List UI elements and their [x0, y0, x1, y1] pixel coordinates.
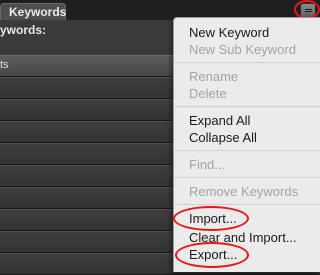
menu-item-export[interactable]: Export... — [189, 247, 237, 262]
menu-item-new-sub-keyword[interactable]: New Sub Keyword — [189, 42, 296, 57]
keywords-field-label: ywords: — [0, 23, 47, 37]
menu-item-find[interactable]: Find... — [189, 157, 225, 172]
menu-item-rename[interactable]: Rename — [189, 69, 238, 84]
menu-item-clear-and-import[interactable]: Clear and Import... — [189, 230, 297, 245]
menu-separator — [175, 150, 320, 151]
menu-item-expand-all[interactable]: Expand All — [189, 113, 250, 128]
keywords-panel-menu: New Keyword New Sub Keyword Rename Delet… — [173, 17, 320, 272]
menu-item-delete[interactable]: Delete — [189, 86, 227, 101]
tab-keywords-label: Keywords — [9, 5, 67, 19]
keyword-list-header-label: ts — [0, 59, 9, 71]
menu-separator — [175, 177, 320, 178]
menu-separator — [175, 204, 320, 205]
menu-item-remove-keywords[interactable]: Remove Keywords — [189, 184, 298, 199]
panel-menu-button[interactable] — [300, 3, 316, 18]
menu-separator — [175, 106, 320, 107]
tab-keywords[interactable]: Keywords — [0, 3, 66, 20]
panel-menu-icon — [305, 9, 312, 10]
menu-item-import[interactable]: Import... — [189, 211, 237, 226]
menu-separator — [175, 62, 320, 63]
menu-item-collapse-all[interactable]: Collapse All — [189, 130, 257, 145]
menu-item-new-keyword[interactable]: New Keyword — [189, 25, 269, 40]
